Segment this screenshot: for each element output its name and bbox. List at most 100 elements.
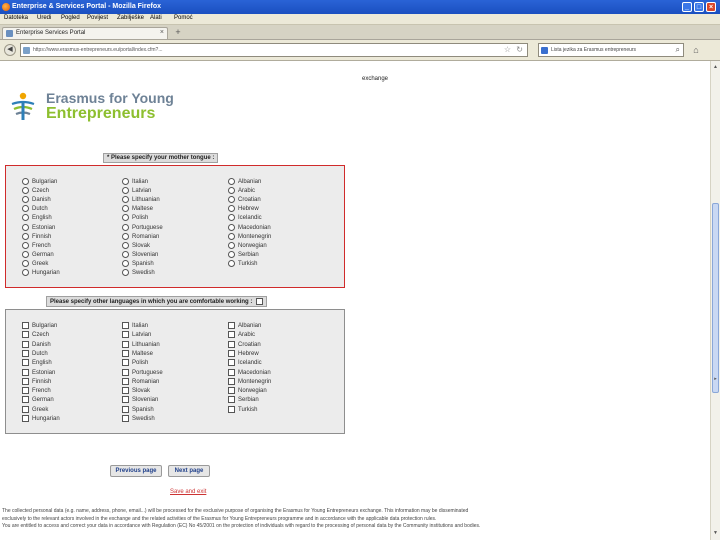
minimize-button[interactable]: _ (682, 2, 692, 12)
mother-tongue-option[interactable]: Slovenian (122, 250, 158, 258)
maximize-button[interactable]: □ (694, 2, 704, 12)
other-language-checkbox[interactable] (228, 331, 235, 339)
other-language-option[interactable]: Danish (22, 340, 51, 348)
menu-help[interactable]: Pomoć (174, 15, 193, 21)
other-language-option[interactable]: Albanian (228, 322, 261, 329)
mother-tongue-option[interactable]: Polish (122, 214, 148, 221)
back-button[interactable]: ◀ (4, 44, 16, 56)
other-language-checkbox[interactable] (122, 387, 129, 395)
mother-tongue-radio[interactable] (22, 250, 29, 258)
other-language-checkbox[interactable] (122, 377, 129, 385)
site-identity-icon[interactable] (23, 47, 30, 54)
other-language-option[interactable]: Norwegian (228, 387, 267, 394)
mother-tongue-option[interactable]: Portuguese (122, 223, 163, 231)
mother-tongue-option[interactable]: Greek (22, 259, 48, 267)
menu-edit[interactable]: Uredi (37, 15, 51, 21)
other-language-option[interactable]: Lithuanian (122, 340, 160, 348)
close-window-button[interactable]: × (706, 2, 716, 12)
mother-tongue-option[interactable]: Italian (122, 178, 148, 185)
other-language-option[interactable]: Portuguese (122, 368, 163, 376)
mother-tongue-radio[interactable] (22, 269, 29, 276)
mother-tongue-radio[interactable] (228, 205, 235, 213)
other-language-option[interactable]: Serbian (228, 396, 259, 403)
other-language-checkbox[interactable] (22, 415, 29, 422)
other-language-option[interactable]: Montenegrin (228, 377, 271, 385)
other-language-option[interactable]: Italian (122, 322, 148, 329)
menu-tools[interactable]: Alati (150, 15, 162, 21)
other-languages-title-checkbox[interactable] (256, 298, 264, 305)
mother-tongue-radio[interactable] (228, 241, 235, 249)
mother-tongue-radio[interactable] (122, 232, 129, 240)
mother-tongue-radio[interactable] (22, 241, 29, 249)
other-language-option[interactable]: Finnish (22, 377, 51, 385)
other-language-option[interactable]: Swedish (122, 415, 155, 422)
other-language-option[interactable]: Hungarian (22, 415, 60, 422)
other-language-option[interactable]: Arabic (228, 331, 255, 338)
mother-tongue-radio[interactable] (22, 232, 29, 240)
other-language-checkbox[interactable] (22, 322, 29, 329)
mother-tongue-radio[interactable] (122, 269, 129, 276)
mother-tongue-option[interactable]: Bulgarian (22, 178, 57, 185)
other-language-option[interactable]: English (22, 359, 52, 366)
other-language-option[interactable]: Dutch (22, 349, 48, 357)
mother-tongue-radio[interactable] (122, 205, 129, 213)
mother-tongue-option[interactable]: Croatian (228, 196, 261, 203)
close-tab-icon[interactable]: × (160, 29, 164, 36)
reload-icon[interactable]: ↻ (516, 45, 523, 54)
other-language-option[interactable]: Maltese (122, 349, 153, 357)
menu-view[interactable]: Pogled (61, 15, 80, 21)
mother-tongue-option[interactable]: Arabic (228, 187, 255, 194)
url-bar[interactable]: https://www.erasmus-entrepreneurs.eu/por… (20, 43, 528, 57)
browser-tab[interactable]: Enterprise Services Portal × (2, 27, 168, 39)
menu-bookmarks[interactable]: Zabilješke (117, 15, 144, 21)
scroll-down-arrow-icon[interactable]: ▼ (712, 529, 719, 537)
mother-tongue-radio[interactable] (228, 259, 235, 267)
other-language-checkbox[interactable] (228, 359, 235, 367)
other-language-checkbox[interactable] (228, 405, 235, 413)
search-engine-icon[interactable] (541, 47, 548, 54)
mother-tongue-option[interactable]: Romanian (122, 232, 159, 240)
other-language-checkbox[interactable] (228, 349, 235, 357)
mother-tongue-radio[interactable] (122, 178, 129, 185)
mother-tongue-radio[interactable] (228, 178, 235, 185)
mother-tongue-radio[interactable] (228, 196, 235, 204)
mother-tongue-option[interactable]: Swedish (122, 269, 155, 276)
mother-tongue-radio[interactable] (122, 259, 129, 267)
mother-tongue-radio[interactable] (228, 232, 235, 240)
other-language-option[interactable]: Icelandic (228, 359, 262, 366)
other-language-option[interactable]: Hebrew (228, 349, 259, 357)
other-language-checkbox[interactable] (22, 349, 29, 357)
other-language-option[interactable]: German (22, 396, 54, 403)
other-language-checkbox[interactable] (122, 405, 129, 413)
other-language-option[interactable]: Greek (22, 405, 48, 413)
other-language-option[interactable]: Spanish (122, 405, 154, 413)
mother-tongue-option[interactable]: Hungarian (22, 269, 60, 276)
other-language-checkbox[interactable] (22, 331, 29, 339)
mother-tongue-radio[interactable] (122, 223, 129, 231)
other-language-option[interactable]: French (22, 387, 51, 394)
mother-tongue-option[interactable]: Lithuanian (122, 196, 160, 203)
other-language-checkbox[interactable] (22, 368, 29, 376)
other-language-option[interactable]: Macedonian (228, 368, 271, 376)
next-page-button[interactable]: Next page (168, 465, 210, 477)
mother-tongue-option[interactable]: Danish (22, 196, 51, 203)
other-language-checkbox[interactable] (22, 359, 29, 367)
menu-history[interactable]: Povijest (87, 15, 108, 21)
other-language-checkbox[interactable] (228, 322, 235, 329)
mother-tongue-radio[interactable] (228, 187, 235, 195)
other-language-option[interactable]: Bulgarian (22, 322, 57, 329)
other-language-option[interactable]: Polish (122, 359, 148, 366)
menu-file[interactable]: Datoteka (4, 15, 28, 21)
other-language-option[interactable]: Slovak (122, 387, 150, 394)
mother-tongue-radio[interactable] (228, 223, 235, 231)
mother-tongue-radio[interactable] (22, 187, 29, 195)
other-language-checkbox[interactable] (22, 340, 29, 348)
mother-tongue-option[interactable]: German (22, 250, 54, 258)
mother-tongue-option[interactable]: Estonian (22, 223, 55, 231)
mother-tongue-option[interactable]: Hebrew (228, 205, 259, 212)
mother-tongue-radio[interactable] (122, 241, 129, 249)
mother-tongue-option[interactable]: Finnish (22, 232, 51, 240)
mother-tongue-option[interactable]: French (22, 241, 51, 249)
other-language-checkbox[interactable] (22, 396, 29, 404)
mother-tongue-option[interactable]: Dutch (22, 205, 48, 212)
